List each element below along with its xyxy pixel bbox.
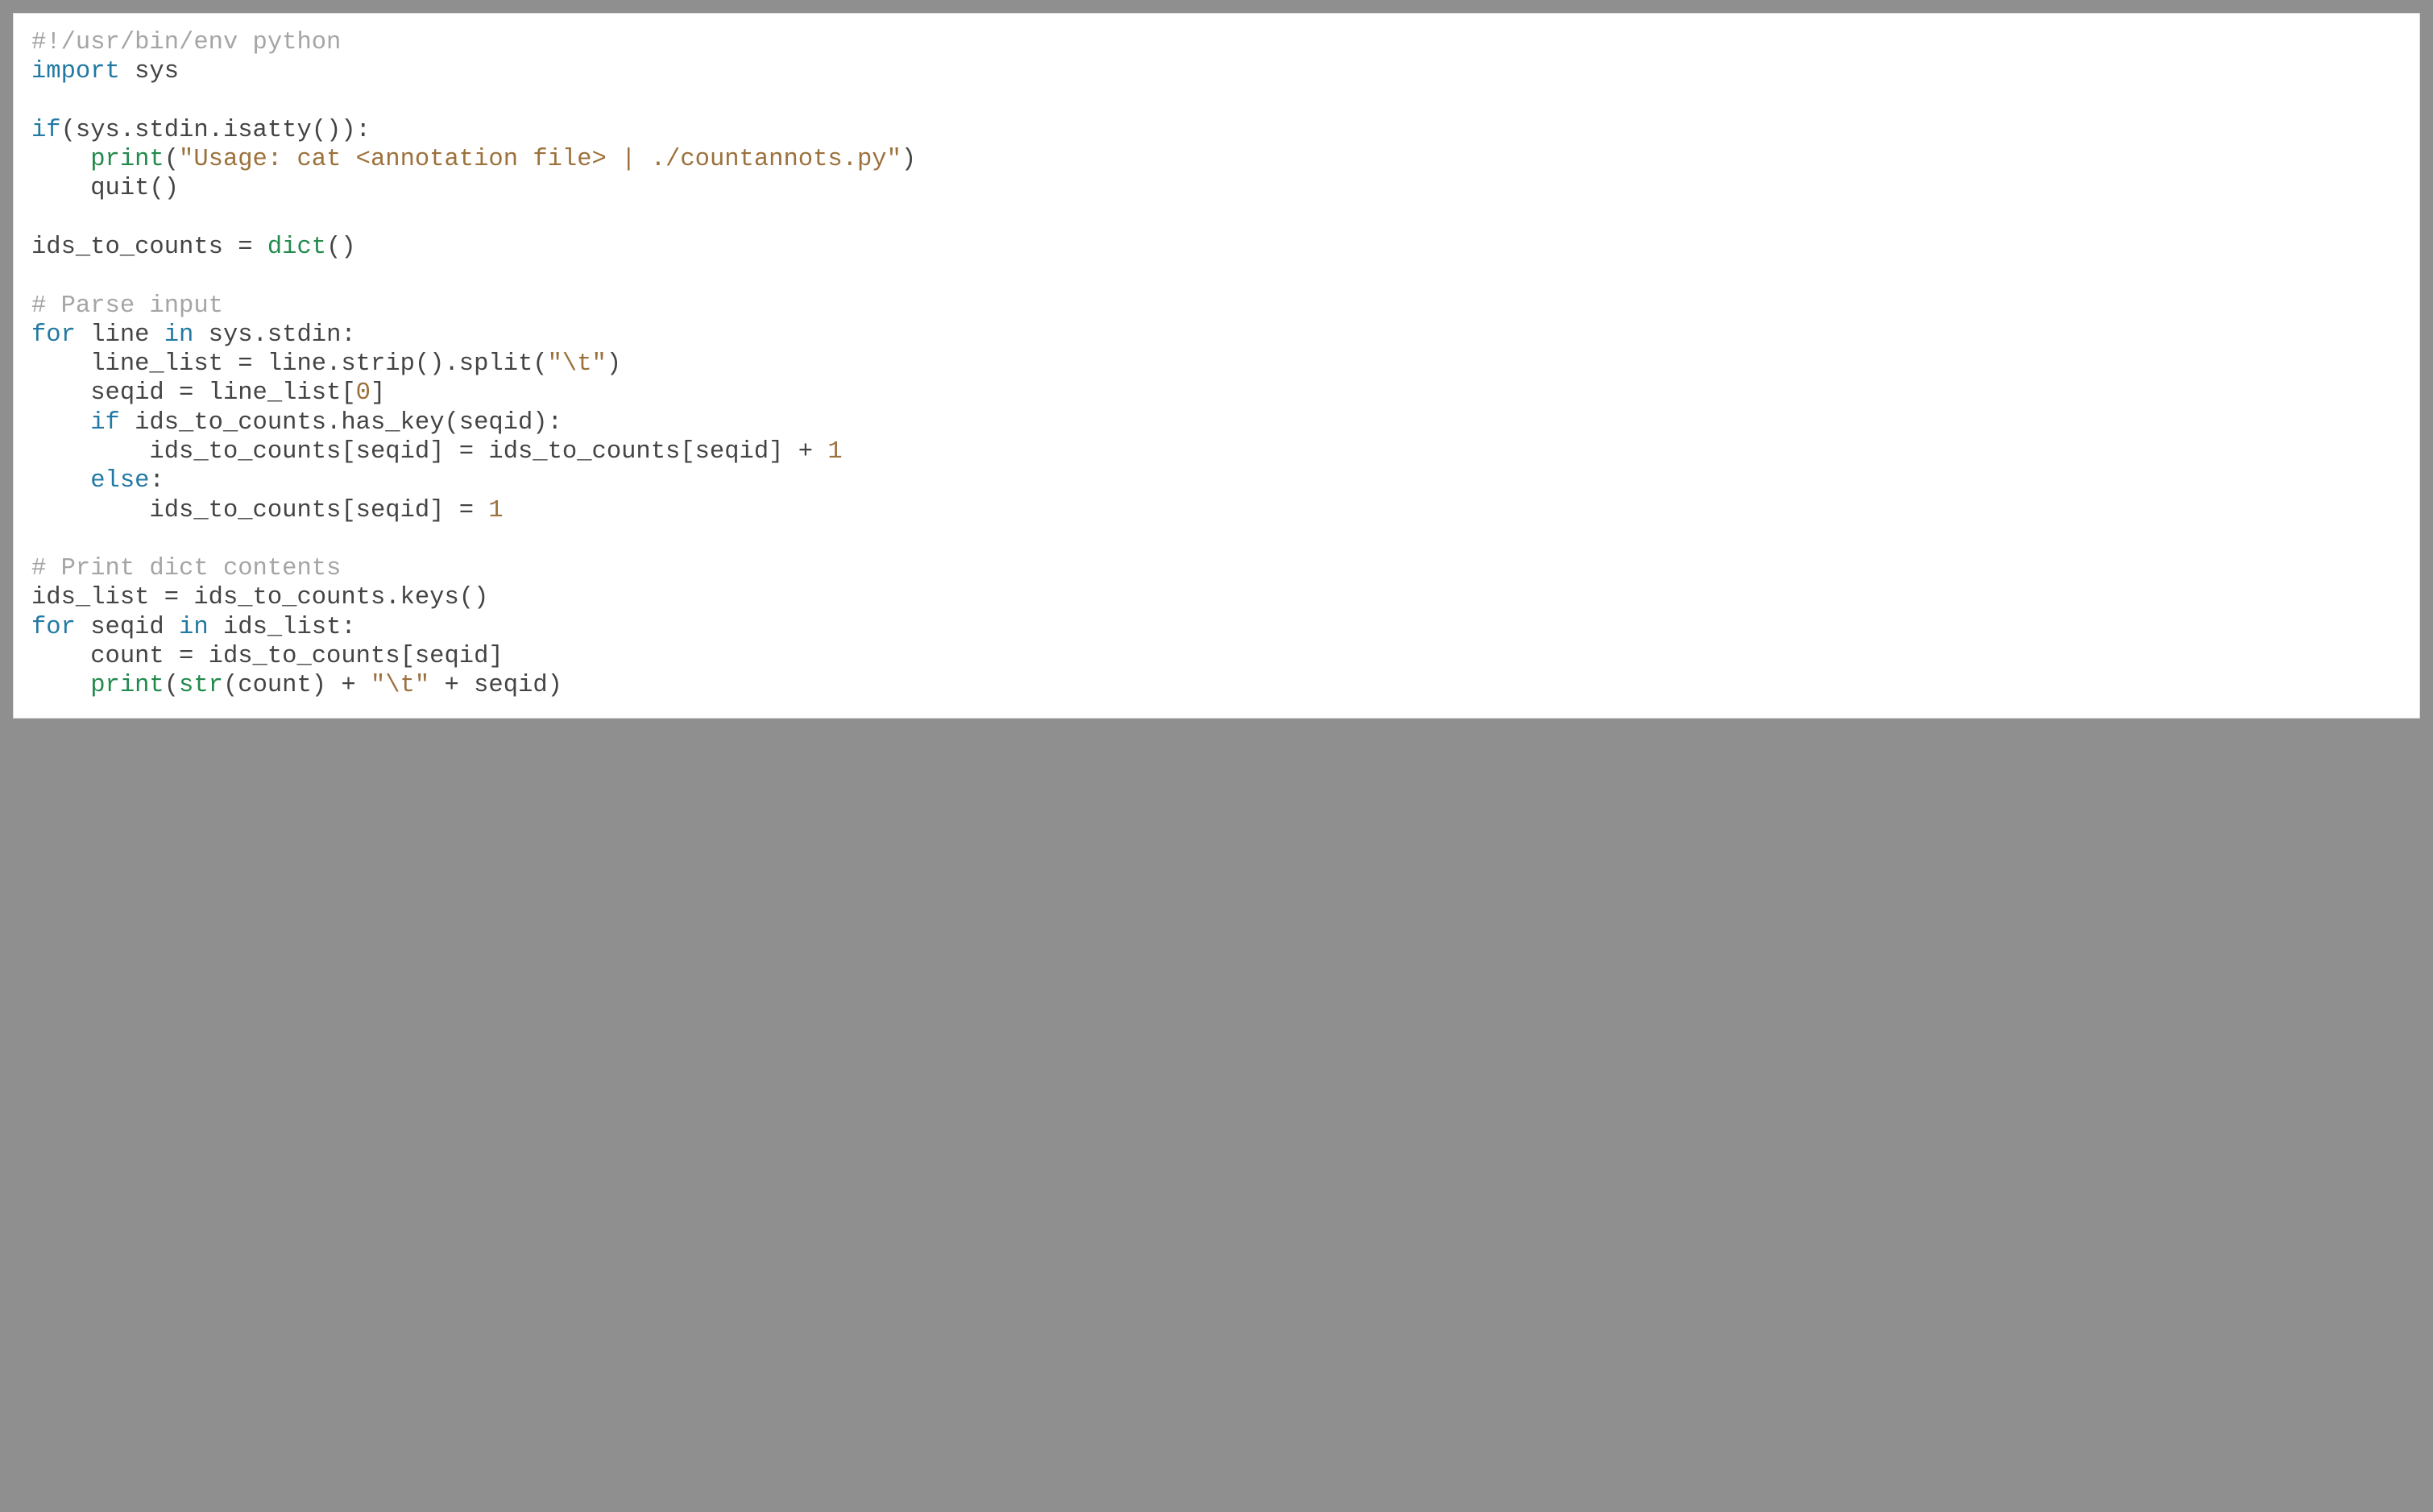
code-token: print <box>90 146 164 173</box>
code-token: quit() <box>31 175 179 202</box>
code-token: in <box>179 614 209 641</box>
code-token: "\t" <box>548 350 607 378</box>
code-token: ( <box>164 672 179 699</box>
code-token: ids_to_counts = <box>31 234 267 261</box>
code-token: print <box>90 672 164 699</box>
code-token: for <box>31 321 76 349</box>
code-token: 0 <box>356 379 371 407</box>
code-token: ( <box>164 146 179 173</box>
code-token: sys <box>120 58 179 85</box>
code-token: # Print dict contents <box>31 555 341 582</box>
code-token: if <box>31 117 61 144</box>
code-token: for <box>31 614 76 641</box>
code-block: #!/usr/bin/env python import sys if(sys.… <box>31 28 2402 700</box>
code-token: else <box>90 467 149 495</box>
code-token <box>31 467 90 495</box>
code-token: ) <box>607 350 621 378</box>
code-token: ids_list = ids_to_counts.keys() <box>31 584 488 611</box>
code-token: import <box>31 58 120 85</box>
code-token: "Usage: cat <annotation file> | ./counta… <box>179 146 901 173</box>
code-token: ] <box>371 379 385 407</box>
code-token: ids_to_counts[seqid] = ids_to_counts[seq… <box>31 438 827 466</box>
code-token <box>31 409 90 437</box>
code-token: seqid = line_list[ <box>31 379 356 407</box>
code-token: 1 <box>488 497 503 524</box>
code-token: line <box>76 321 164 349</box>
code-token: #!/usr/bin/env python <box>31 29 341 56</box>
code-token: ids_list: <box>209 614 356 641</box>
code-token: seqid <box>76 614 179 641</box>
code-token: "\t" <box>371 672 429 699</box>
code-token: + seqid) <box>429 672 562 699</box>
code-token: line_list = line.strip().split( <box>31 350 548 378</box>
code-token: ids_to_counts[seqid] = <box>31 497 488 524</box>
code-token: 1 <box>827 438 842 466</box>
code-token: (sys.stdin.isatty()): <box>61 117 371 144</box>
code-token: () <box>326 234 356 261</box>
code-token: str <box>179 672 223 699</box>
code-token: ids_to_counts.has_key(seqid): <box>120 409 562 437</box>
code-token: sys.stdin: <box>193 321 355 349</box>
code-token <box>31 146 90 173</box>
code-token: : <box>149 467 164 495</box>
code-token: # Parse input <box>31 292 223 320</box>
code-token <box>31 672 90 699</box>
code-token: count = ids_to_counts[seqid] <box>31 643 504 670</box>
code-token: (count) + <box>223 672 371 699</box>
code-token: if <box>90 409 120 437</box>
code-token: ) <box>901 146 916 173</box>
code-panel: #!/usr/bin/env python import sys if(sys.… <box>13 13 2420 719</box>
code-token: in <box>164 321 194 349</box>
code-token: dict <box>267 234 326 261</box>
